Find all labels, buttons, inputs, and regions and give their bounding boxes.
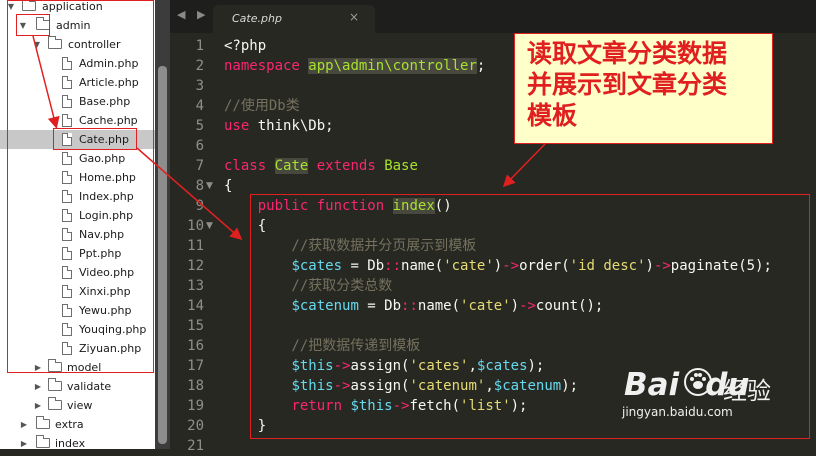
baidu-watermark: Bai du 经验 jingyan.baidu.com [610, 355, 810, 430]
line-number: 10 [187, 218, 204, 234]
code-line[interactable]: namespace app\admin\controller; [224, 56, 485, 76]
folder-icon [48, 378, 62, 391]
close-icon[interactable]: × [349, 10, 359, 24]
callout-line: 模板 [527, 101, 578, 130]
line-number: 16 [187, 338, 204, 354]
folder-icon [48, 397, 62, 410]
line-number: 14 [187, 298, 204, 314]
tree-label: view [67, 399, 93, 412]
line-number: 19 [187, 398, 204, 414]
line-number: 3 [195, 78, 204, 94]
line-number: 2 [195, 58, 204, 74]
tree-folder-view[interactable]: ▶ view [0, 396, 155, 415]
line-number: 18 [187, 378, 204, 394]
highlight-box-controller [7, 0, 154, 373]
tab-nav-arrows[interactable]: ◀ ▶ [177, 8, 209, 21]
highlight-box-cate [53, 128, 137, 150]
sidebar-scrollbar-thumb[interactable] [158, 66, 167, 444]
folder-icon [36, 435, 50, 448]
line-number: 17 [187, 358, 204, 374]
line-number: 15 [187, 318, 204, 334]
line-number: 12 [187, 258, 204, 274]
line-number: 20 [187, 418, 204, 434]
line-number: 21 [187, 438, 204, 454]
line-number: 11 [187, 238, 204, 254]
chevron-right-icon[interactable]: ▶ [33, 377, 43, 396]
line-number: 5 [195, 118, 204, 134]
tree-label: validate [67, 380, 112, 393]
annotation-callout: 读取文章分类数据 并展示到文章分类 模板 [514, 33, 773, 144]
fold-arrow-icon[interactable]: ▼ [206, 176, 213, 196]
tree-label: extra [55, 418, 84, 431]
line-number: 9 [195, 198, 204, 214]
line-number: 8 [195, 178, 204, 194]
chevron-right-icon[interactable]: ▶ [19, 415, 29, 434]
code-line[interactable]: //使用Db类 [224, 96, 300, 116]
paw-icon [684, 368, 712, 396]
code-line[interactable]: <?php [224, 36, 266, 56]
tree-folder-extra[interactable]: ▶ extra [0, 415, 155, 434]
code-line[interactable]: { [224, 176, 232, 196]
arrow-callout-to-code [502, 143, 546, 188]
callout-text: 读取文章分类数据 并展示到文章分类 模板 [527, 38, 727, 131]
line-number: 4 [195, 98, 204, 114]
line-number: 6 [195, 138, 204, 154]
callout-line: 读取文章分类数据 [527, 39, 728, 68]
chevron-right-icon[interactable]: ▶ [33, 396, 43, 415]
code-line[interactable]: use think\Db; [224, 116, 334, 136]
callout-line: 并展示到文章分类 [527, 70, 728, 99]
tree-folder-validate[interactable]: ▶ validate [0, 377, 155, 396]
chevron-right-icon[interactable]: ▶ [19, 434, 29, 449]
tree-label: index [55, 437, 86, 449]
tree-folder-index[interactable]: ▶ index [0, 434, 155, 449]
line-number: 7 [195, 158, 204, 174]
line-number: 1 [195, 38, 204, 54]
fold-arrow-icon[interactable]: ▼ [206, 216, 213, 236]
tab-cate-php[interactable]: Cate.php × [213, 5, 375, 33]
line-number: 13 [187, 278, 204, 294]
code-line[interactable]: class Cate extends Base [224, 156, 418, 176]
folder-icon [36, 416, 50, 429]
watermark-url: jingyan.baidu.com [622, 405, 733, 419]
tab-title: Cate.php [232, 12, 282, 25]
watermark-cn: 经验 [723, 377, 771, 405]
